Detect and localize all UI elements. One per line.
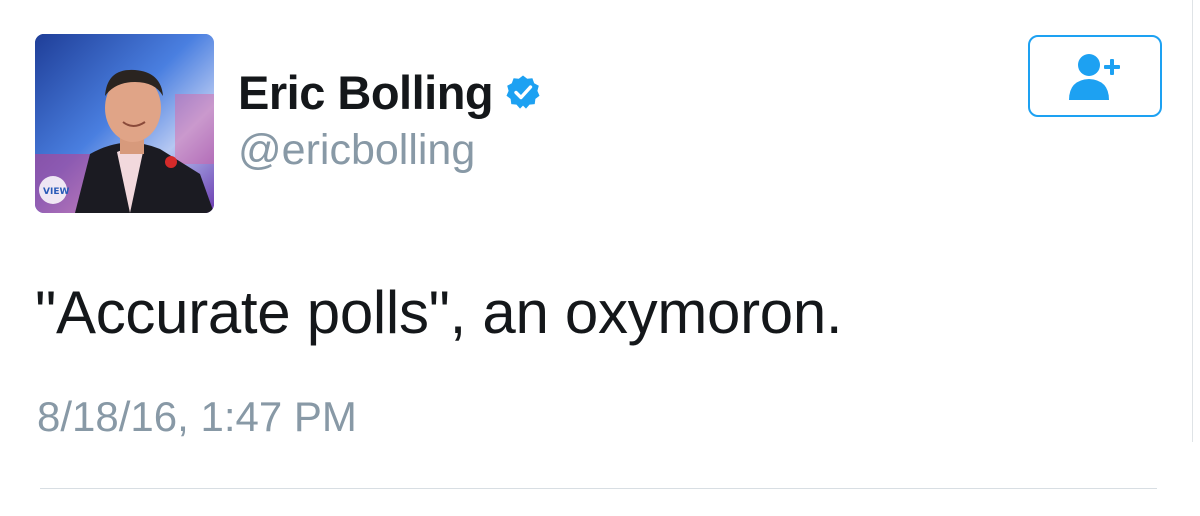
- tweet-timestamp[interactable]: 8/18/16, 1:47 PM: [37, 393, 357, 441]
- add-user-icon: [1069, 54, 1120, 100]
- verified-badge-icon: [505, 74, 541, 110]
- avatar-photo: VIEW: [35, 34, 214, 213]
- divider: [40, 488, 1157, 489]
- avatar[interactable]: VIEW: [35, 34, 214, 213]
- display-name[interactable]: Eric Bolling: [238, 65, 494, 120]
- follow-button[interactable]: [1028, 35, 1162, 117]
- user-handle[interactable]: @ericbolling: [238, 126, 475, 175]
- tweet-text: "Accurate polls", an oxymoron.: [35, 279, 843, 346]
- display-name-row: Eric Bolling: [238, 62, 541, 122]
- scroll-edge: [1192, 0, 1193, 442]
- svg-text:VIEW: VIEW: [43, 187, 69, 197]
- tweet-card: VIEW Eric Bolling @ericbolling "Accurate…: [0, 0, 1200, 516]
